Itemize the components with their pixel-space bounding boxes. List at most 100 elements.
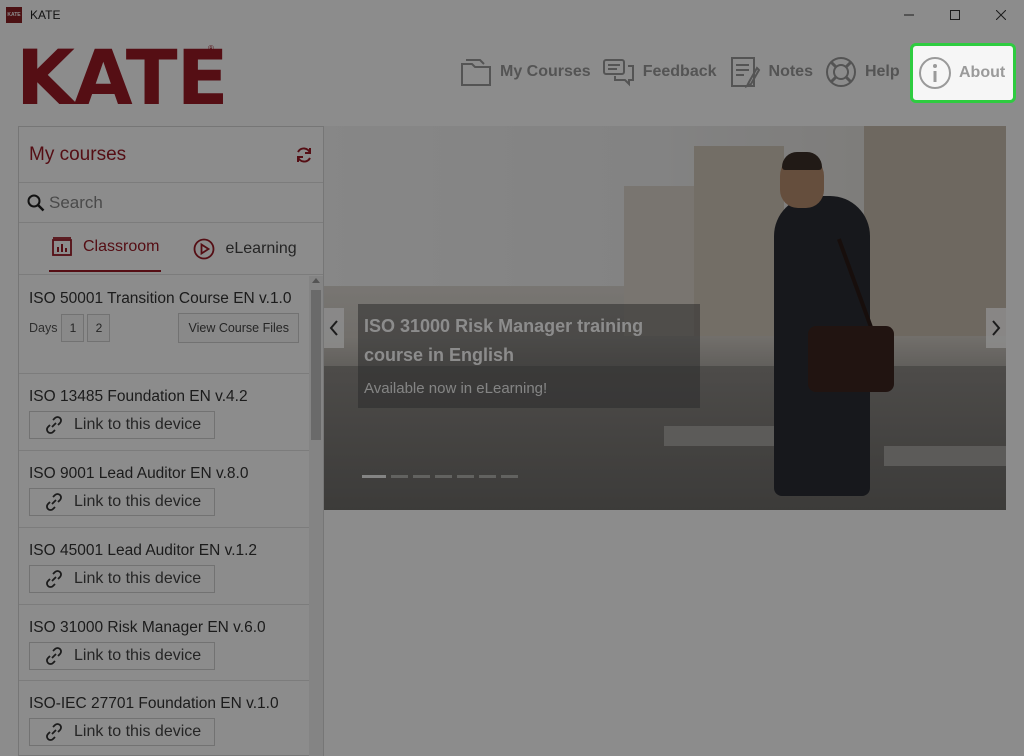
tab-elearning[interactable]: eLearning	[193, 223, 297, 275]
tab-classroom[interactable]: Classroom	[49, 223, 162, 272]
course-name: ISO 9001 Lead Auditor EN v.8.0	[29, 465, 249, 482]
nav-notes[interactable]: Notes	[723, 48, 819, 96]
course-name: ISO-IEC 27701 Foundation EN v.1.0	[29, 695, 279, 712]
course-list: ISO 50001 Transition Course EN v.1.0 Day…	[19, 276, 309, 756]
classroom-icon	[52, 236, 72, 256]
link-icon	[46, 570, 62, 588]
nav-label: Help	[864, 63, 900, 80]
minimize-icon	[904, 14, 914, 16]
link-label: Link to this device	[74, 493, 202, 510]
nav-label: Feedback	[642, 63, 717, 80]
link-icon	[46, 723, 62, 741]
chevron-right-icon	[992, 320, 1001, 336]
link-icon	[46, 647, 62, 665]
course-list-scrollbar[interactable]	[309, 276, 323, 756]
scroll-thumb[interactable]	[311, 290, 321, 440]
sidebar-header: My courses	[19, 127, 323, 183]
window-title: KATE	[30, 8, 61, 22]
notes-icon	[730, 57, 760, 89]
course-name: ISO 13485 Foundation EN v.4.2	[29, 388, 248, 405]
carousel-dot[interactable]	[479, 475, 496, 478]
nav-label: Notes	[768, 63, 813, 80]
nav-label: About	[959, 64, 1006, 81]
main-nav: My Courses Feedback Notes Help About	[454, 43, 1016, 103]
link-icon	[46, 416, 62, 434]
banner-caption: ISO 31000 Risk Manager training course i…	[358, 304, 700, 408]
day-button[interactable]: 1	[61, 314, 85, 342]
carousel-dot[interactable]	[457, 475, 474, 478]
logo-registered-mark: ®	[208, 44, 214, 53]
link-label: Link to this device	[74, 570, 202, 587]
window-controls	[886, 0, 1024, 30]
carousel-dot[interactable]	[413, 475, 430, 478]
course-name: ISO 50001 Transition Course EN v.1.0	[29, 290, 292, 307]
scroll-up-arrow-icon[interactable]	[312, 278, 320, 283]
carousel-prev-button[interactable]	[324, 308, 344, 348]
day-button[interactable]: 2	[87, 314, 111, 342]
course-type-tabs: Classroom eLearning	[19, 223, 323, 275]
kate-logo: KATE	[16, 33, 229, 122]
chat-bubbles-icon	[602, 59, 634, 87]
days-label: Days	[29, 321, 58, 335]
app-icon: KATE	[6, 7, 22, 23]
days-row: Days 1 2 View Course Files	[29, 313, 299, 343]
folder-icon	[461, 59, 491, 86]
list-item: ISO-IEC 27701 Foundation EN v.1.0 Link t…	[19, 681, 309, 756]
list-item: ISO 13485 Foundation EN v.4.2 Link to th…	[19, 374, 309, 451]
course-name: ISO 45001 Lead Auditor EN v.1.2	[29, 542, 258, 559]
carousel-next-button[interactable]	[986, 308, 1006, 348]
link-device-button[interactable]: Link to this device	[29, 642, 215, 670]
window-titlebar: KATE KATE	[0, 0, 1024, 30]
maximize-icon	[950, 10, 960, 20]
promo-carousel: ISO 31000 Risk Manager training course i…	[324, 126, 1006, 510]
list-item: ISO 31000 Risk Manager EN v.6.0 Link to …	[19, 605, 309, 681]
info-icon	[919, 57, 951, 89]
nav-about[interactable]: About	[910, 43, 1016, 103]
banner-subtitle: Available now in eLearning!	[364, 380, 548, 397]
chevron-left-icon	[329, 320, 338, 336]
link-device-button[interactable]: Link to this device	[29, 565, 215, 593]
list-item: ISO 9001 Lead Auditor EN v.8.0 Link to t…	[19, 451, 309, 528]
link-icon	[46, 493, 62, 511]
crosswalk-stripe	[884, 446, 1006, 466]
lifebuoy-icon	[825, 57, 856, 87]
carousel-dot[interactable]	[501, 475, 518, 478]
maximize-button[interactable]	[932, 0, 978, 30]
carousel-indicators	[362, 475, 523, 478]
nav-help[interactable]: Help	[819, 48, 906, 96]
course-name: ISO 31000 Risk Manager EN v.6.0	[29, 619, 266, 636]
nav-feedback[interactable]: Feedback	[597, 48, 723, 96]
refresh-icon[interactable]	[295, 146, 313, 164]
link-device-button[interactable]: Link to this device	[29, 488, 215, 516]
sidebar-title: My courses	[29, 143, 127, 165]
list-item: ISO 50001 Transition Course EN v.1.0 Day…	[19, 276, 309, 374]
banner-title[interactable]: ISO 31000 Risk Manager training course i…	[364, 312, 694, 370]
link-label: Link to this device	[74, 723, 202, 740]
nav-my-courses[interactable]: My Courses	[454, 48, 597, 96]
search-input[interactable]	[49, 192, 289, 213]
view-course-files-button[interactable]: View Course Files	[178, 313, 299, 343]
link-label: Link to this device	[74, 416, 202, 433]
crosswalk-stripe	[664, 426, 784, 446]
briefcase	[808, 326, 894, 392]
play-circle-icon	[194, 238, 215, 260]
link-label: Link to this device	[74, 647, 202, 664]
carousel-dot[interactable]	[362, 475, 386, 478]
building	[694, 146, 784, 336]
link-device-button[interactable]: Link to this device	[29, 718, 215, 746]
courses-sidebar: My courses Classroom eLearning ISO 50001…	[18, 126, 324, 756]
nav-label: My Courses	[500, 63, 591, 80]
search-bar	[19, 183, 323, 223]
tab-label: eLearning	[225, 240, 297, 257]
close-icon	[996, 10, 1006, 20]
list-item: ISO 45001 Lead Auditor EN v.1.2 Link to …	[19, 528, 309, 605]
person-hair	[782, 152, 822, 170]
link-device-button[interactable]: Link to this device	[29, 411, 215, 439]
search-icon	[27, 194, 45, 211]
building	[864, 126, 1006, 336]
carousel-dot[interactable]	[435, 475, 452, 478]
carousel-dot[interactable]	[391, 475, 408, 478]
app-header: KATE ® My Courses Feedback Notes Help Ab…	[0, 30, 1024, 126]
minimize-button[interactable]	[886, 0, 932, 30]
close-button[interactable]	[978, 0, 1024, 30]
